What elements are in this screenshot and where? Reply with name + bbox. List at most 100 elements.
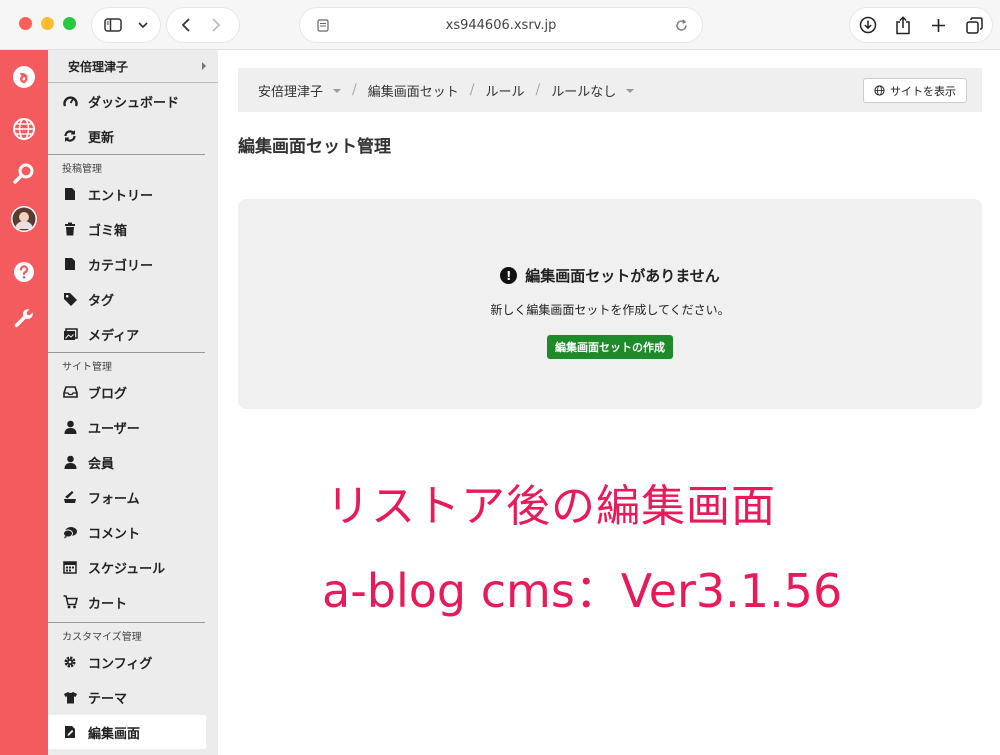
view-site-label: サイトを表示 [890, 84, 956, 98]
sidebar-section-customize: カスタマイズ管理 [62, 632, 142, 643]
breadcrumb-label: 編集画面セット [367, 84, 459, 100]
breadcrumb-separator: / [469, 82, 475, 98]
globe-icon [874, 85, 885, 96]
sidebar-item-schedule[interactable]: スケジュール [48, 550, 206, 584]
globe-icon[interactable] [10, 115, 38, 143]
media-icon [62, 326, 78, 342]
download-icon[interactable] [853, 10, 883, 40]
caret-down-icon [626, 89, 635, 93]
calendar-icon [62, 559, 78, 575]
empty-state-panel: ! 編集画面セットがありません 新しく編集画面セットを作成してください。 編集画… [238, 199, 982, 409]
breadcrumb-item-rule[interactable]: ルール [485, 81, 524, 100]
new-tab-icon[interactable] [924, 10, 954, 40]
search-icon[interactable] [10, 160, 38, 188]
sidebar-site-name[interactable]: 安倍理津子 [48, 50, 218, 83]
sidebar-item-cart[interactable]: カート [48, 585, 206, 619]
sidebar-item-comments[interactable]: コメント [48, 515, 206, 549]
breadcrumb-label: ルールなし [551, 84, 617, 100]
sidebar-item-theme[interactable]: テーマ [48, 680, 206, 714]
sidebar-item-label: コンフィグ [88, 656, 153, 672]
sidebar-item-config[interactable]: コンフィグ [48, 645, 206, 679]
sidebar-item-edit-screen[interactable]: 編集画面 [48, 715, 206, 749]
page-menu-icon[interactable] [308, 10, 338, 40]
sidebar-item-label: ユーザー [88, 421, 140, 437]
sidebar-divider [48, 622, 205, 623]
sidebar-divider [48, 352, 205, 353]
help-icon[interactable] [10, 258, 38, 286]
sidebar-item-entry[interactable]: エントリー [48, 177, 206, 211]
address-bar[interactable]: xs944606.xsrv.jp [300, 8, 702, 42]
wrench-icon[interactable] [10, 305, 38, 333]
sidebar-item-tag[interactable]: タグ [48, 282, 206, 316]
url-text: xs944606.xsrv.jp [445, 17, 557, 33]
sidebar-item-blog[interactable]: ブログ [48, 375, 206, 409]
breadcrumb-item-edit-set[interactable]: 編集画面セット [368, 81, 459, 100]
document-icon [62, 186, 78, 202]
sidebar-item-label: ダッシュボード [88, 95, 180, 111]
sidebar-item-label: ブログ [88, 386, 128, 402]
breadcrumb-label: 安倍理津子 [258, 84, 324, 100]
folder-icon [62, 256, 78, 272]
cart-icon [62, 594, 78, 610]
chevron-down-icon[interactable] [128, 10, 158, 40]
browser-actions [850, 8, 992, 42]
gear-icon [62, 654, 78, 670]
sidebar-item-category[interactable]: カテゴリー [48, 247, 206, 281]
sidebar-item-refresh[interactable]: 更新 [48, 119, 206, 153]
member-icon [62, 454, 78, 470]
sidebar-item-label: ゴミ箱 [88, 223, 128, 239]
sidebar-item-dashboard[interactable]: ダッシュボード [48, 84, 206, 118]
overlay-caption-version: a-blog cms：Ver3.1.56 [322, 564, 843, 618]
sidebar-item-trash[interactable]: ゴミ箱 [48, 212, 206, 246]
breadcrumb-item-site[interactable]: 安倍理津子 [258, 81, 342, 100]
view-site-button[interactable]: サイトを表示 [863, 78, 967, 103]
sidebar-item-media[interactable]: メディア [48, 317, 206, 351]
sidebar-item-forms[interactable]: フォーム [48, 480, 206, 514]
sidebar-item-label: テーマ [88, 691, 128, 707]
empty-state-heading: 編集画面セットがありません [525, 267, 720, 285]
sidebar-item-label: コメント [88, 526, 141, 542]
close-window-button[interactable] [19, 17, 32, 30]
reload-icon[interactable] [666, 10, 696, 40]
forward-button[interactable] [201, 10, 231, 40]
sidebar-item-label: スケジュール [88, 561, 166, 577]
sidebar-item-label: メディア [88, 328, 140, 344]
sidebar-item-label: カート [88, 596, 128, 612]
dashboard-icon [62, 93, 78, 109]
form-icon [62, 489, 78, 505]
browser-toolbar: xs944606.xsrv.jp [0, 0, 1000, 50]
maximize-window-button[interactable] [63, 17, 76, 30]
breadcrumb: 安倍理津子 / 編集画面セット / ルール / ルールなし サイトを表示 [238, 68, 982, 112]
refresh-icon [62, 128, 78, 144]
comment-icon [62, 524, 78, 540]
sidebar-item-label: 会員 [88, 456, 115, 472]
sidebar-toggle-button[interactable] [92, 8, 160, 42]
ablogcms-logo-icon[interactable] [10, 63, 38, 91]
admin-sidebar: 安倍理津子 ダッシュボード 更新 投稿管理 エントリー ゴミ箱 カテゴリー タグ… [48, 50, 218, 755]
shirt-icon [62, 689, 78, 705]
breadcrumb-separator: / [535, 82, 541, 98]
empty-state-message: 新しく編集画面セットを作成してください。 [490, 303, 730, 317]
breadcrumb-label: ルール [485, 84, 525, 100]
sidebar-item-label: エントリー [88, 188, 154, 204]
sidebar-section-posts: 投稿管理 [62, 164, 102, 175]
sidebar-item-label: 編集画面 [88, 726, 141, 742]
chevron-right-icon [202, 62, 206, 70]
breadcrumb-item-no-rule[interactable]: ルールなし [551, 81, 635, 100]
exclamation-icon: ! [500, 267, 518, 284]
page-title: 編集画面セット管理 [238, 137, 391, 157]
create-edit-set-button[interactable]: 編集画面セットの作成 [547, 335, 673, 359]
edit-icon [62, 724, 78, 740]
avatar[interactable] [10, 205, 38, 233]
empty-state-title: ! 編集画面セットがありません [238, 265, 982, 286]
back-button[interactable] [171, 10, 201, 40]
share-icon[interactable] [888, 10, 918, 40]
sidebar-item-members[interactable]: 会員 [48, 445, 206, 479]
tab-overview-icon[interactable] [959, 10, 989, 40]
sidebar-section-site: サイト管理 [62, 362, 112, 373]
inbox-icon [62, 384, 78, 400]
tag-icon [62, 291, 78, 307]
minimize-window-button[interactable] [41, 17, 54, 30]
trash-icon [62, 221, 78, 237]
sidebar-item-users[interactable]: ユーザー [48, 410, 206, 444]
